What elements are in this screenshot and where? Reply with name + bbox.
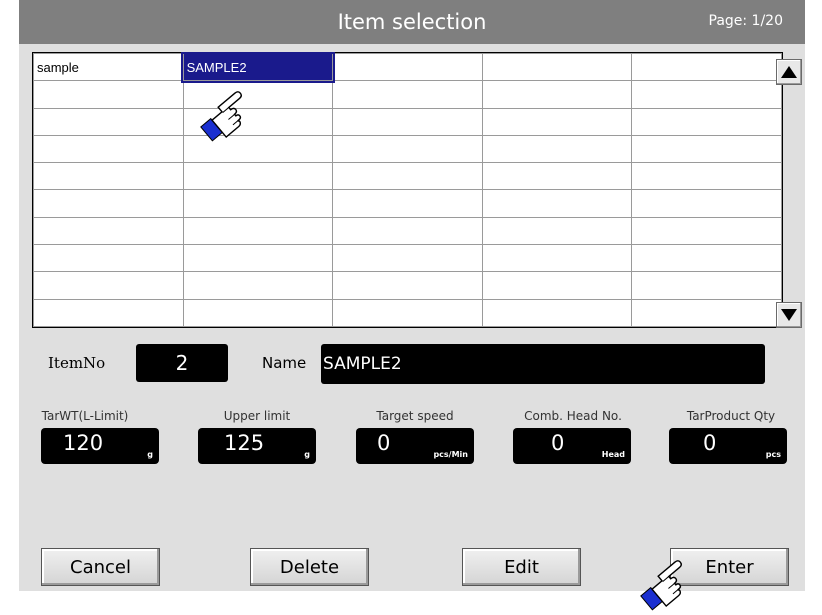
- table-row: [33, 271, 782, 300]
- table-row: [33, 189, 782, 218]
- touch-screen: Item selection Page: 1/20 sample SAMPLE2 …: [19, 0, 805, 591]
- upper-limit-display[interactable]: 125 g: [198, 428, 316, 464]
- comb-head-unit: Head: [601, 450, 625, 459]
- itemno-display[interactable]: 2: [136, 344, 228, 382]
- pointing-hand-icon: [640, 560, 682, 611]
- tarwt-unit: g: [147, 450, 153, 459]
- scroll-up-button[interactable]: [776, 59, 802, 85]
- upper-limit-label: Upper limit: [223, 409, 291, 423]
- table-cell[interactable]: [182, 189, 334, 218]
- table-cell[interactable]: [33, 107, 184, 136]
- comb-head-value: 0: [551, 431, 565, 455]
- table-cell[interactable]: [631, 162, 782, 191]
- page-indicator: Page: 1/20: [708, 13, 784, 29]
- table-row: [33, 216, 782, 246]
- target-speed-unit: pcs/Min: [433, 450, 468, 459]
- table-cell[interactable]: [332, 107, 483, 136]
- tarproduct-label: TarProduct Qty: [686, 409, 776, 423]
- tarproduct-unit: pcs: [765, 450, 781, 459]
- tarwt-value: 120: [63, 431, 104, 455]
- table-row: [33, 134, 782, 164]
- table-cell[interactable]: [481, 52, 633, 82]
- table-cell[interactable]: [33, 216, 184, 246]
- table-row: sample SAMPLE2: [33, 51, 782, 83]
- table-cell[interactable]: [481, 271, 633, 300]
- table-cell[interactable]: [631, 80, 782, 109]
- table-row: [33, 80, 782, 109]
- tarwt-display[interactable]: 120 g: [41, 428, 159, 464]
- table-cell[interactable]: [631, 107, 782, 136]
- table-cell[interactable]: [481, 162, 633, 191]
- table-cell[interactable]: [631, 216, 782, 246]
- table-cell[interactable]: [33, 244, 184, 273]
- table-cell[interactable]: [33, 189, 184, 218]
- comb-head-display[interactable]: 0 Head: [513, 428, 631, 464]
- table-row: [33, 107, 782, 136]
- pointing-hand-icon: [200, 91, 242, 142]
- table-cell[interactable]: [33, 298, 184, 328]
- table-cell[interactable]: [481, 216, 633, 246]
- table-cell[interactable]: [481, 244, 633, 273]
- table-cell[interactable]: [182, 271, 334, 300]
- upper-limit-unit: g: [304, 450, 310, 459]
- table-cell[interactable]: [332, 244, 483, 273]
- table-cell[interactable]: [182, 298, 334, 328]
- tarproduct-value: 0: [703, 431, 717, 455]
- table-cell[interactable]: [33, 162, 184, 191]
- table-cell[interactable]: [332, 80, 483, 109]
- table-cell[interactable]: sample: [33, 52, 184, 82]
- tarproduct-display[interactable]: 0 pcs: [669, 428, 787, 464]
- target-speed-label: Target speed: [376, 409, 454, 423]
- table-cell[interactable]: [481, 134, 633, 164]
- item-grid: sample SAMPLE2: [32, 51, 783, 328]
- table-cell[interactable]: [481, 80, 633, 109]
- table-cell[interactable]: [182, 244, 334, 273]
- table-cell[interactable]: [631, 189, 782, 218]
- upper-limit-value: 125: [224, 431, 265, 455]
- name-display[interactable]: SAMPLE2: [321, 344, 765, 384]
- table-row: [33, 244, 782, 273]
- table-cell[interactable]: [182, 216, 334, 246]
- table-cell[interactable]: [481, 298, 633, 328]
- triangle-up-icon: [781, 66, 797, 78]
- table-cell[interactable]: SAMPLE2: [181, 51, 335, 83]
- table-cell[interactable]: [33, 80, 184, 109]
- table-cell[interactable]: [631, 134, 782, 164]
- title-bar: Item selection Page: 1/20: [19, 0, 805, 44]
- table-cell[interactable]: [332, 298, 483, 328]
- table-cell[interactable]: [631, 244, 782, 273]
- table-cell[interactable]: [631, 52, 782, 82]
- triangle-down-icon: [781, 309, 797, 321]
- table-cell[interactable]: [332, 134, 483, 164]
- comb-head-label: Comb. Head No.: [524, 409, 622, 423]
- table-cell[interactable]: [33, 271, 184, 300]
- table-cell[interactable]: [481, 189, 633, 218]
- itemno-label: ItemNo: [48, 354, 106, 372]
- cancel-button[interactable]: Cancel: [41, 548, 160, 586]
- table-cell[interactable]: [332, 216, 483, 246]
- target-speed-value: 0: [377, 431, 391, 455]
- table-cell[interactable]: [332, 162, 483, 191]
- screen-title: Item selection: [337, 10, 487, 34]
- table-row: [33, 162, 782, 191]
- table-cell[interactable]: [631, 271, 782, 300]
- tarwt-label: TarWT(L-Limit): [41, 409, 129, 423]
- table-cell[interactable]: [332, 52, 483, 82]
- table-cell[interactable]: [182, 162, 334, 191]
- table-row: [33, 298, 782, 328]
- table-cell[interactable]: [631, 298, 782, 328]
- table-cell[interactable]: [481, 107, 633, 136]
- table-cell[interactable]: [332, 189, 483, 218]
- target-speed-display[interactable]: 0 pcs/Min: [356, 428, 474, 464]
- scroll-down-button[interactable]: [776, 302, 802, 328]
- table-cell[interactable]: [33, 134, 184, 164]
- name-label: Name: [262, 354, 307, 372]
- delete-button[interactable]: Delete: [250, 548, 369, 586]
- edit-button[interactable]: Edit: [462, 548, 581, 586]
- item-table: sample SAMPLE2: [33, 51, 782, 328]
- table-cell[interactable]: [332, 271, 483, 300]
